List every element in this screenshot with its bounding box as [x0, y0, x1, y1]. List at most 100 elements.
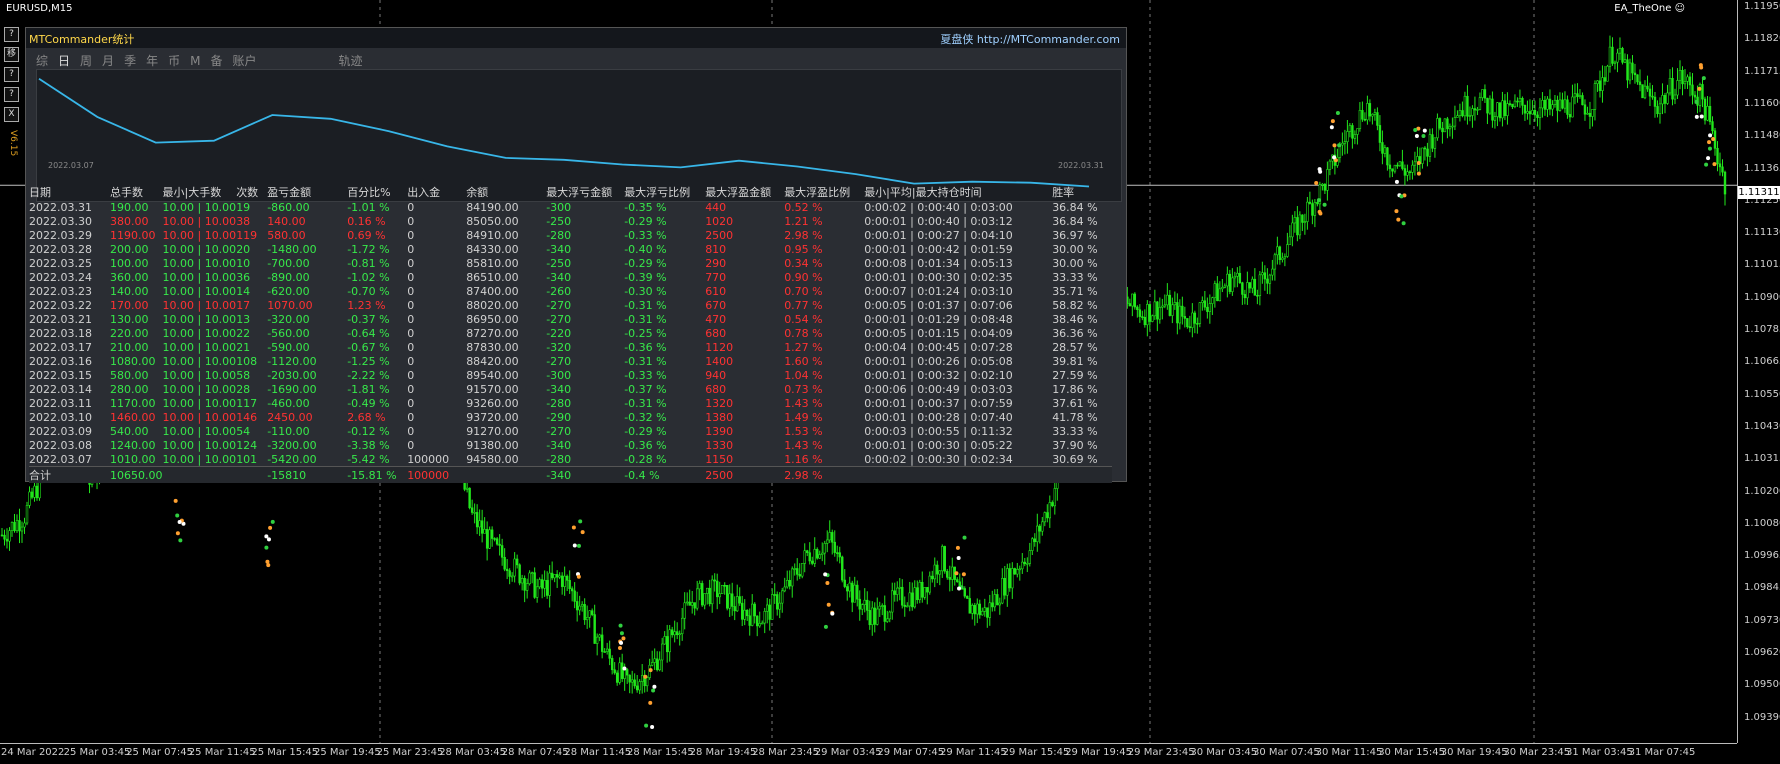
tab-2[interactable]: 周: [80, 52, 92, 69]
time-axis[interactable]: 24 Mar 2022 25 Mar 03:45 25 Mar 07:45 25 Ma…: [0, 743, 1737, 764]
candle-body: [610, 658, 614, 671]
cell-flp: -0.28 %: [624, 452, 667, 466]
candle-body: [1193, 312, 1197, 324]
candle-body: [605, 648, 609, 652]
candle-body: [1208, 303, 1212, 312]
tab-8[interactable]: 备: [210, 52, 222, 69]
candle-body: [906, 605, 909, 608]
time-tick-label: 29 Mar 19:45: [1065, 747, 1132, 758]
tab-1[interactable]: 日: [58, 52, 70, 69]
candle-body: [733, 606, 736, 612]
panel-side-button[interactable]: ?: [4, 87, 19, 102]
candle-body: [1521, 97, 1524, 106]
time-tick-label: 28 Mar 23:45: [752, 747, 819, 758]
cell-time: 0:00:01 | 0:00:40 | 0:03:12: [864, 214, 1013, 228]
candle-body: [1243, 294, 1247, 299]
candle-body: [1038, 525, 1042, 532]
period-tabs[interactable]: 综日周月季年币 M 备账户 轨迹: [36, 52, 373, 69]
cell-pnl: 140.00: [267, 214, 306, 228]
trade-marker: [580, 530, 585, 535]
panel-header[interactable]: MTCommander统计 夏盘侠 http://MTCommander.com: [26, 28, 1126, 48]
panel-side-button[interactable]: X: [4, 107, 19, 122]
price-tick-label: 1.09620: [1744, 647, 1780, 658]
expert-advisor-name[interactable]: EA_TheOne ☺: [1614, 3, 1685, 14]
panel-side-button[interactable]: ?: [4, 27, 19, 42]
candle-body: [1203, 300, 1207, 308]
tab-6[interactable]: 币: [168, 52, 180, 69]
cell-fp: 610: [705, 284, 727, 298]
tab-7[interactable]: M: [190, 54, 200, 68]
panel-side-button[interactable]: 移: [4, 47, 19, 62]
candle-body: [1298, 214, 1302, 236]
trade-marker: [178, 538, 183, 543]
candle-body: [1406, 171, 1409, 176]
candle-body: [1458, 110, 1462, 116]
tab-10[interactable]: 轨迹: [339, 52, 363, 69]
candle-body: [698, 583, 701, 590]
cell-pnl: -1120.00: [267, 354, 317, 368]
price-tick-label: 1.10550: [1744, 388, 1780, 400]
website-link[interactable]: 夏盘侠 http://MTCommander.com: [940, 31, 1120, 47]
candle-body: [913, 587, 916, 608]
cell-count: 22: [236, 326, 251, 340]
cell-pct: 2.68 %: [347, 410, 386, 424]
tab-4[interactable]: 季: [124, 52, 136, 69]
candle-body: [593, 614, 596, 644]
candle-body: [1031, 538, 1034, 551]
trade-marker: [1396, 217, 1401, 222]
cell-flp: -0.35 %: [624, 200, 667, 214]
candle-body: [878, 605, 881, 610]
candle-body: [846, 586, 849, 592]
cell-lots: 140.00: [110, 284, 149, 298]
candle-body: [1131, 293, 1134, 307]
candle-body: [1716, 148, 1719, 165]
cell-time: 0:00:04 | 0:00:45 | 0:07:28: [864, 340, 1013, 354]
candle-body: [1488, 98, 1492, 114]
candle-body: [1628, 62, 1632, 81]
candle-body: [738, 596, 741, 604]
cell-minmax: 10.00 | 10.00: [162, 214, 237, 228]
candle-body: [1176, 302, 1179, 324]
candle-body: [673, 631, 676, 636]
candle-body: [763, 611, 766, 624]
cell-bal: 87270.00: [466, 326, 519, 340]
trade-marker: [619, 631, 624, 636]
candle-body: [1588, 112, 1592, 117]
cell-time: 0:00:01 | 0:00:42 | 0:01:59: [864, 242, 1013, 256]
candle-body: [1213, 283, 1217, 299]
candle-body: [856, 584, 859, 600]
candle-body: [1501, 100, 1504, 119]
candle-body: [513, 558, 516, 577]
candle-body: [680, 617, 684, 635]
mtcommander-stats-panel[interactable]: MTCommander统计 夏盘侠 http://MTCommander.com…: [25, 27, 1127, 483]
cell-time: 0:00:08 | 0:01:34 | 0:05:13: [864, 256, 1013, 270]
candle-body: [1246, 282, 1249, 299]
cell-io: 100000: [407, 452, 450, 466]
cell-count: 20: [236, 242, 251, 256]
equity-curve-line: [38, 78, 1090, 188]
candle-body: [608, 648, 611, 659]
candle-body: [1651, 95, 1654, 98]
candle-body: [1576, 93, 1579, 97]
tab-3[interactable]: 月: [102, 52, 114, 69]
candle-body: [1681, 69, 1684, 85]
cell-io: 0: [407, 312, 415, 326]
cell-pnl: -890.00: [267, 270, 310, 284]
panel-side-buttons[interactable]: ? 移?? X: [4, 27, 20, 127]
price-axis[interactable]: 1.11950 1.11820 1.11715 1.11600 1.11480 1.113…: [1737, 0, 1780, 743]
table-row: 2022.03.24 360.00 10.00 | 10.00 36 -890.00 -1…: [29, 270, 1112, 284]
cell-io: 0: [407, 200, 415, 214]
cell-win: 37.90 %: [1052, 438, 1098, 452]
cell-lots: 210.00: [110, 340, 149, 354]
cell-date: 2022.03.17: [29, 340, 92, 354]
candle-body: [693, 602, 696, 609]
candle-body: [1343, 141, 1347, 144]
trade-marker: [1413, 128, 1418, 133]
tab-9[interactable]: 账户: [232, 52, 256, 69]
candle-body: [1138, 309, 1142, 317]
tab-5[interactable]: 年: [146, 52, 158, 69]
candle-body: [1421, 147, 1424, 164]
candle-body: [1276, 246, 1279, 256]
panel-side-button[interactable]: ?: [4, 67, 19, 82]
tab-0[interactable]: 综: [36, 52, 48, 69]
